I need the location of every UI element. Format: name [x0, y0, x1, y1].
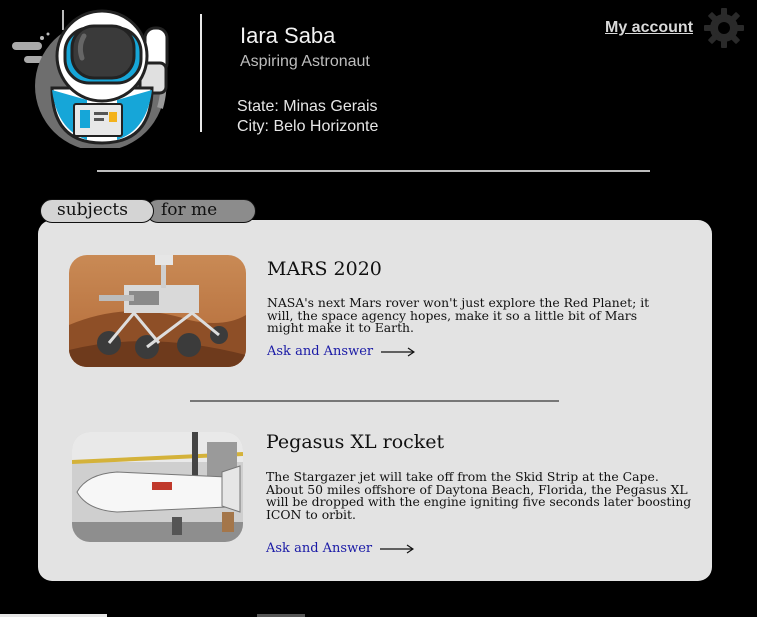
ask-and-answer-link[interactable]: Ask and Answer — [266, 541, 415, 556]
rocket-hangar-photo[interactable] — [72, 432, 243, 542]
my-account-link[interactable]: My account — [605, 19, 693, 37]
arrow-right-icon — [380, 544, 415, 553]
header-divider — [200, 14, 202, 132]
gear-icon[interactable] — [702, 6, 746, 50]
tab-for-me[interactable]: for me — [146, 199, 256, 223]
card-title: MARS 2020 — [267, 258, 382, 280]
ask-and-answer-label: Ask and Answer — [267, 344, 374, 359]
tab-subjects[interactable]: subjects — [40, 199, 154, 223]
content-panel: MARS 2020 NASA's next Mars rover won't j… — [38, 220, 712, 581]
astronaut-avatar — [10, 8, 180, 151]
ask-and-answer-label: Ask and Answer — [266, 541, 373, 556]
arrow-right-icon — [381, 347, 416, 356]
card-title: Pegasus XL rocket — [266, 431, 445, 453]
mars-rover-photo[interactable] — [69, 255, 246, 367]
header-separator — [97, 170, 650, 172]
card-description: The Stargazer jet will take off from the… — [266, 469, 692, 522]
profile-city: City: Belo Horizonte — [237, 118, 379, 135]
profile-state: State: Minas Gerais — [237, 98, 378, 115]
astronaut-icon — [12, 9, 169, 151]
card-divider — [190, 400, 559, 402]
profile-name: Iara Saba — [240, 23, 336, 48]
card-description: NASA's next Mars rover won't just explor… — [267, 295, 650, 335]
ask-and-answer-link[interactable]: Ask and Answer — [267, 344, 416, 359]
profile-role: Aspiring Astronaut — [240, 53, 370, 70]
